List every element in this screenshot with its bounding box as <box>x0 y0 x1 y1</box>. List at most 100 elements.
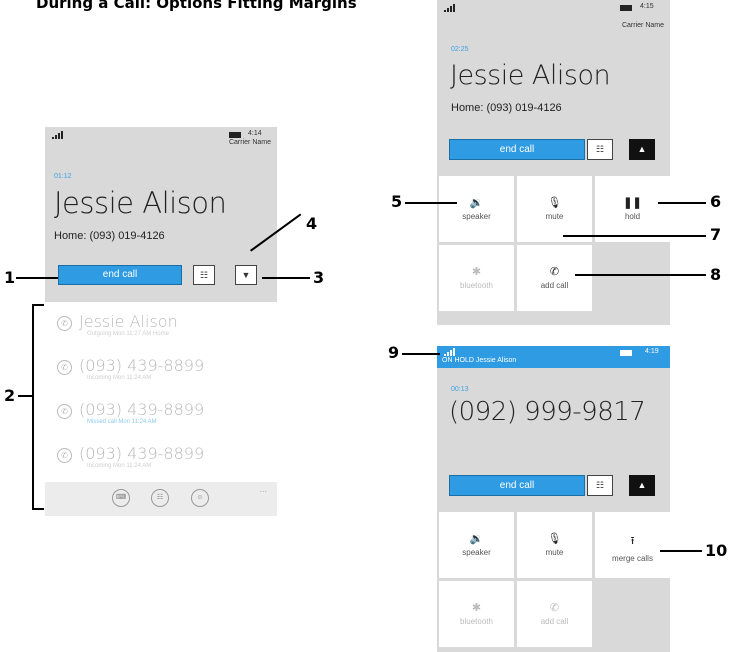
keypad-button[interactable]: ☷ <box>193 265 215 285</box>
collapse-button[interactable]: ▲ <box>629 139 655 160</box>
callout-8: 8 <box>710 265 722 284</box>
callout-line-10 <box>660 550 702 552</box>
call-screen-expanded: 4:15 Carrier Name 02:25 Jessie Alison Ho… <box>437 0 670 325</box>
caller-name: Jessie Alison <box>450 60 611 91</box>
callout-line-5 <box>405 202 457 204</box>
clock: 4:14 <box>248 130 262 137</box>
end-call-button[interactable]: end call <box>58 265 182 285</box>
keypad-icon: ☷ <box>199 270 209 280</box>
history-subtitle: Incoming Mon 11:24 AM <box>87 375 152 381</box>
callout-6: 6 <box>710 192 722 211</box>
caller-number-large: (092) 999-9817 <box>449 397 646 427</box>
callout-7: 7 <box>710 225 722 244</box>
mute-button[interactable]: 🎙 mute <box>517 176 592 242</box>
callout-10: 10 <box>705 541 728 560</box>
signal-icon <box>444 348 456 356</box>
clock: 4:19 <box>645 348 659 355</box>
phone-icon: ✆ <box>57 404 72 419</box>
carrier-name: Carrier Name <box>621 22 664 29</box>
add-call-label: add call <box>540 281 569 290</box>
history-title: (093) 439-8899 <box>79 400 205 419</box>
collapse-button[interactable]: ▲ <box>629 475 655 496</box>
keypad-button[interactable]: ☷ <box>587 139 613 160</box>
phone-icon: ✆ <box>57 360 72 375</box>
mute-button[interactable]: 🎙 mute <box>517 512 592 578</box>
caller-name: Jessie Alison <box>54 186 227 220</box>
hold-button[interactable]: ❚❚ hold <box>595 176 670 242</box>
history-title: (093) 439-8899 <box>79 356 205 375</box>
history-title: Jessie Alison <box>79 312 178 331</box>
collapse-button[interactable]: ▼ <box>235 265 257 285</box>
mute-label: mute <box>545 548 564 557</box>
app-bar: ⌨ ☷ ☺ ... <box>45 482 277 516</box>
call-history-panel: ✆ Jessie Alison Outgoing Mon 11:27 AM Ho… <box>45 306 277 516</box>
merge-icon: ⭱ <box>630 535 635 547</box>
add-call-button[interactable]: ✆ add call <box>517 581 592 647</box>
merge-calls-label: merge calls <box>612 554 653 563</box>
history-subtitle: Missed call Mon 11:24 AM <box>87 419 157 425</box>
on-hold-bar[interactable]: 4:19 ON HOLD Jessie Alison <box>437 346 670 368</box>
speaker-label: speaker <box>462 212 491 221</box>
page-title: During a Call: Options Fitting Margins <box>36 0 357 12</box>
microphone-icon: 🎙 <box>547 533 562 545</box>
merge-calls-button[interactable]: ⭱ merge calls <box>595 512 670 578</box>
callout-4: 4 <box>306 214 318 233</box>
hold-label: hold <box>624 212 641 221</box>
callout-line-1 <box>16 277 58 279</box>
add-call-label: add call <box>540 617 569 626</box>
callout-bracket-bottom-2 <box>32 508 44 510</box>
callout-line-8 <box>575 274 706 276</box>
callout-line-3 <box>262 277 310 279</box>
clock: 4:15 <box>640 3 654 10</box>
chevron-up-icon: ▲ <box>637 480 647 490</box>
mute-label: mute <box>545 212 564 221</box>
status-bar: 4:15 Carrier Name <box>437 0 670 29</box>
chevron-down-icon: ▼ <box>241 270 251 280</box>
phone-icon: ✆ <box>57 448 72 463</box>
end-call-button[interactable]: end call <box>449 475 585 496</box>
keypad-icon: ☷ <box>595 144 605 154</box>
history-subtitle: Outgoing Mon 11:27 AM Home <box>87 331 169 337</box>
bluetooth-icon: ✱ <box>471 266 482 278</box>
speaker-button[interactable]: 🔉 speaker <box>439 176 514 242</box>
signal-icon <box>444 4 456 12</box>
keypad-icon: ☷ <box>595 480 605 490</box>
add-call-icon: ✆ <box>549 266 560 278</box>
more-icon[interactable]: ... <box>259 484 267 494</box>
call-timer: 01:12 <box>54 173 72 180</box>
bluetooth-button[interactable]: ✱ bluetooth <box>439 245 514 311</box>
keyboard-icon[interactable]: ⌨ <box>112 489 130 507</box>
bluetooth-button[interactable]: ✱ bluetooth <box>439 581 514 647</box>
callout-bracket-top-2 <box>32 304 44 306</box>
bluetooth-label: bluetooth <box>460 617 493 626</box>
add-call-icon: ✆ <box>549 602 560 614</box>
keypad-button[interactable]: ☷ <box>587 475 613 496</box>
callout-5: 5 <box>391 192 403 211</box>
callout-3: 3 <box>313 268 325 287</box>
callout-line-7 <box>563 235 706 237</box>
contact-icon[interactable]: ☺ <box>191 489 209 507</box>
caller-number: Home: (093) 019-4126 <box>54 230 165 242</box>
bluetooth-label: bluetooth <box>460 281 493 290</box>
callout-line-9 <box>402 353 440 355</box>
keypad-icon[interactable]: ☷ <box>151 489 169 507</box>
callout-line-6 <box>658 202 706 204</box>
end-call-button[interactable]: end call <box>449 139 585 160</box>
speaker-icon: 🔉 <box>469 533 484 545</box>
history-title: (093) 439-8899 <box>79 444 205 463</box>
add-call-button[interactable]: ✆ add call <box>517 245 592 311</box>
status-bar: 4:14 Carrier Name <box>45 127 277 147</box>
call-screen-on-hold: 4:19 ON HOLD Jessie Alison 00:13 (092) 9… <box>437 346 670 652</box>
carrier-name: Carrier Name <box>228 139 271 146</box>
on-hold-text: ON HOLD Jessie Alison <box>442 357 517 364</box>
call-timer: 02:25 <box>451 46 469 53</box>
speaker-label: speaker <box>462 548 491 557</box>
chevron-up-icon: ▲ <box>637 144 647 154</box>
callout-9: 9 <box>388 343 400 362</box>
call-timer: 00:13 <box>451 386 469 393</box>
history-subtitle: Incoming Mon 11:24 AM <box>87 463 152 469</box>
phone-icon: ✆ <box>57 316 72 331</box>
microphone-icon: 🎙 <box>547 197 562 209</box>
speaker-button[interactable]: 🔉 speaker <box>439 512 514 578</box>
signal-icon <box>52 131 64 139</box>
